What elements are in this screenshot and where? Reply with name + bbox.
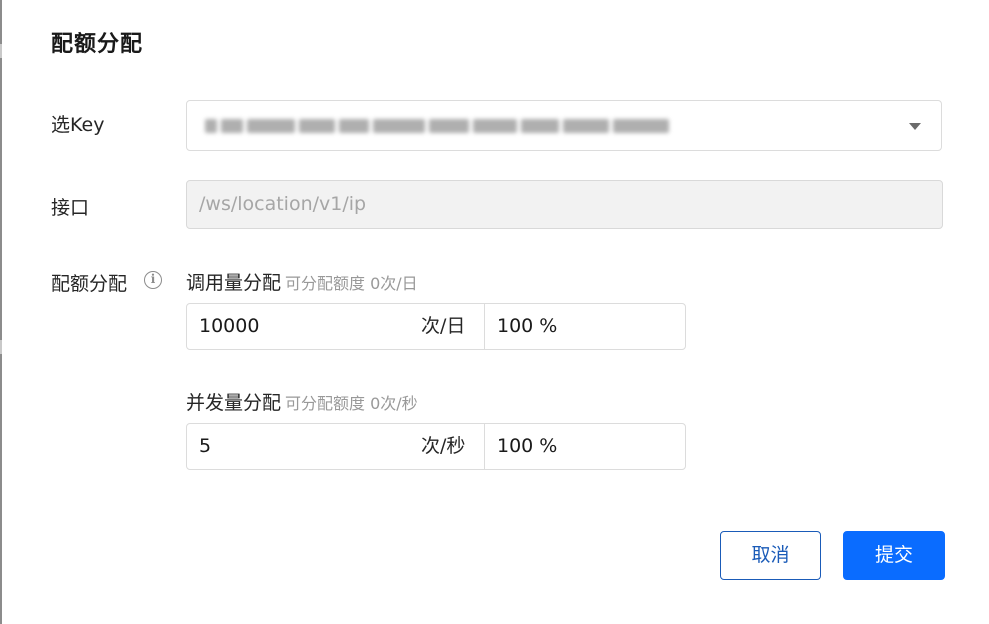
api-field: /ws/location/v1/ip: [186, 180, 943, 229]
api-label: 接口: [51, 197, 90, 219]
divider: [484, 304, 485, 349]
concurrency-quota-percent-input[interactable]: 100 %: [497, 424, 557, 469]
quota-dialog: 配额分配 选Key 接口 /ws/location/v1/ip 配额分配 i 调…: [2, 0, 989, 624]
divider: [484, 424, 485, 469]
cancel-button[interactable]: 取消: [720, 531, 821, 580]
call-quota-title: 调用量分配 可分配额度 0次/日: [186, 268, 418, 295]
call-quota-unit: 次/日: [421, 315, 466, 337]
dialog-title: 配额分配: [51, 32, 144, 57]
call-quota-input-group: 10000 次/日 100 %: [186, 303, 686, 350]
call-quota-input[interactable]: 10000: [199, 304, 259, 349]
submit-button[interactable]: 提交: [843, 531, 945, 580]
key-select[interactable]: [186, 100, 942, 151]
call-quota-title-text: 调用量分配: [186, 272, 282, 294]
quota-label: 配额分配: [51, 273, 128, 295]
call-quota-percent-input[interactable]: 100 %: [497, 304, 557, 349]
info-circle-icon[interactable]: i: [144, 271, 162, 289]
concurrency-quota-hint: 可分配额度 0次/秒: [285, 394, 418, 413]
caret-down-icon[interactable]: [909, 123, 921, 130]
concurrency-quota-unit: 次/秒: [421, 435, 466, 457]
concurrency-quota-input-group: 5 次/秒 100 %: [186, 423, 686, 470]
key-label: 选Key: [51, 114, 105, 136]
call-quota-hint: 可分配额度 0次/日: [285, 274, 418, 293]
concurrency-quota-input[interactable]: 5: [199, 424, 211, 469]
key-select-value-redacted: [205, 116, 700, 136]
concurrency-quota-title-text: 并发量分配: [186, 392, 282, 414]
concurrency-quota-title: 并发量分配 可分配额度 0次/秒: [186, 388, 418, 415]
